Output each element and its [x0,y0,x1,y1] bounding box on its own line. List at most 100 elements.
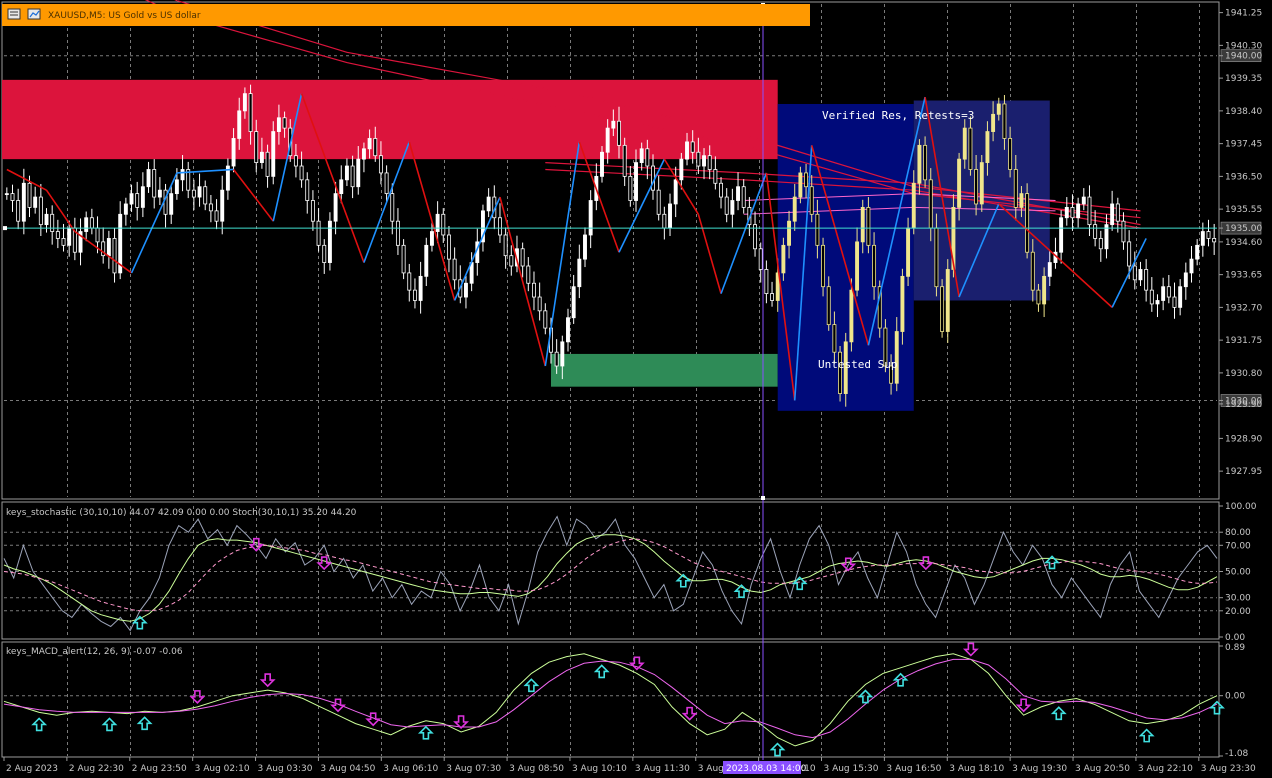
candle-body [832,324,837,353]
candle-body [1047,262,1052,277]
candle-body [781,244,786,274]
candle-body [220,189,225,222]
chart-type-icon[interactable] [27,8,41,20]
candle-body [928,179,933,229]
candle-body [84,217,89,232]
candle-body [1002,103,1007,139]
candle-body [1030,251,1035,291]
candle-body [180,169,185,181]
candle-body [736,186,740,201]
candle-body [146,169,151,188]
candle-body [112,238,117,274]
candle-body [418,275,423,301]
candle-body [441,213,446,236]
candle-body [1195,244,1200,260]
candle-body [1144,269,1149,291]
candle-body [566,317,570,343]
candle-body [957,158,962,208]
time-tick-label: 3 Aug 10:10 [572,764,627,774]
candle-body [1042,275,1047,305]
time-tick-label: 2 Aug 23:50 [132,764,187,774]
candle-body [855,241,860,291]
candle-body [446,234,451,260]
candle-body [1138,269,1143,281]
stoch-tick-label: 70.00 [1225,541,1251,551]
candle-body [1070,207,1075,219]
candle-body [702,155,706,167]
candle-body [571,286,576,319]
candle-body [962,127,967,160]
candle-body [384,172,389,195]
candle-body [157,189,162,198]
candle-body [1008,138,1013,170]
time-tick-label: 2 Aug 22:30 [69,764,124,774]
candle-body [520,248,525,267]
candle-body [979,162,984,205]
candle-body [996,103,1001,115]
candle-body [605,127,610,153]
candle-body [860,207,865,243]
candle-body [668,203,672,229]
candle-body [1206,231,1211,239]
trading-chart[interactable]: XAUUSD,M5: US Gold vs US dollar Verified… [0,0,1272,778]
stoch-tick-label: 0.00 [1225,633,1245,643]
menu-icon[interactable] [7,8,21,20]
macd-title: keys_MACD_alert(12, 26, 9) -0.07 -0.06 [6,647,183,657]
price-axis[interactable]: 1941.251940.301940.001939.351938.401937.… [1219,9,1262,478]
candle-body [804,172,809,188]
candle-body [316,220,321,246]
candle-body [367,138,372,150]
candle-body [361,148,366,160]
candle-body [826,286,831,326]
candle-body [305,179,310,201]
candle-body [651,165,655,191]
time-tick-label: 3 Aug 08:50 [509,764,564,774]
time-tick-label: 2 Aug 2023 [6,764,58,774]
candle-body [1166,286,1171,298]
candle-body [429,231,434,246]
time-tick-label: 3 Aug 18:10 [949,764,1004,774]
candle-body [719,182,723,198]
price-tick-label: 1938.40 [1225,107,1262,117]
candle-body [299,165,304,181]
candle-body [1110,203,1115,226]
candle-body [809,186,814,215]
cursor-handle-bottom[interactable] [761,496,765,500]
candle-body [214,210,219,222]
candle-body [208,203,213,212]
candle-body [911,182,916,229]
price-tick-label: 1931.75 [1225,336,1262,346]
candle-body [248,93,253,132]
candle-body [169,193,174,215]
candle-body [259,151,264,163]
candle-body [696,151,701,167]
candle-body [1178,286,1183,308]
price-tick-label: 1941.25 [1225,9,1262,19]
time-tick-label: 3 Aug 19:30 [1012,764,1067,774]
candle-body [27,182,32,208]
macd-tick-label: 0.89 [1225,643,1245,653]
candle-body [38,196,43,226]
candle-body [934,227,939,288]
candle-body [866,207,871,246]
candle-body [424,244,429,277]
candle-body [322,244,327,263]
candle-body [679,158,684,181]
time-tick-label: 3 Aug 16:50 [886,764,941,774]
candle-body [713,169,718,184]
candle-body [1183,272,1188,288]
candle-body [690,141,695,153]
candle-body [923,144,928,181]
candle-body [872,244,877,288]
candle-body [203,186,208,205]
candle-body [532,282,536,298]
candle-body [16,200,21,222]
verified-res-label: Verified Res, Retests=3 [822,109,974,122]
candle-body [707,155,712,170]
candle-body [622,144,627,177]
candle-body [191,189,196,198]
candle-body [1059,217,1064,253]
candle-body [724,196,729,215]
candle-body [1025,193,1030,253]
candle-body [401,244,406,274]
